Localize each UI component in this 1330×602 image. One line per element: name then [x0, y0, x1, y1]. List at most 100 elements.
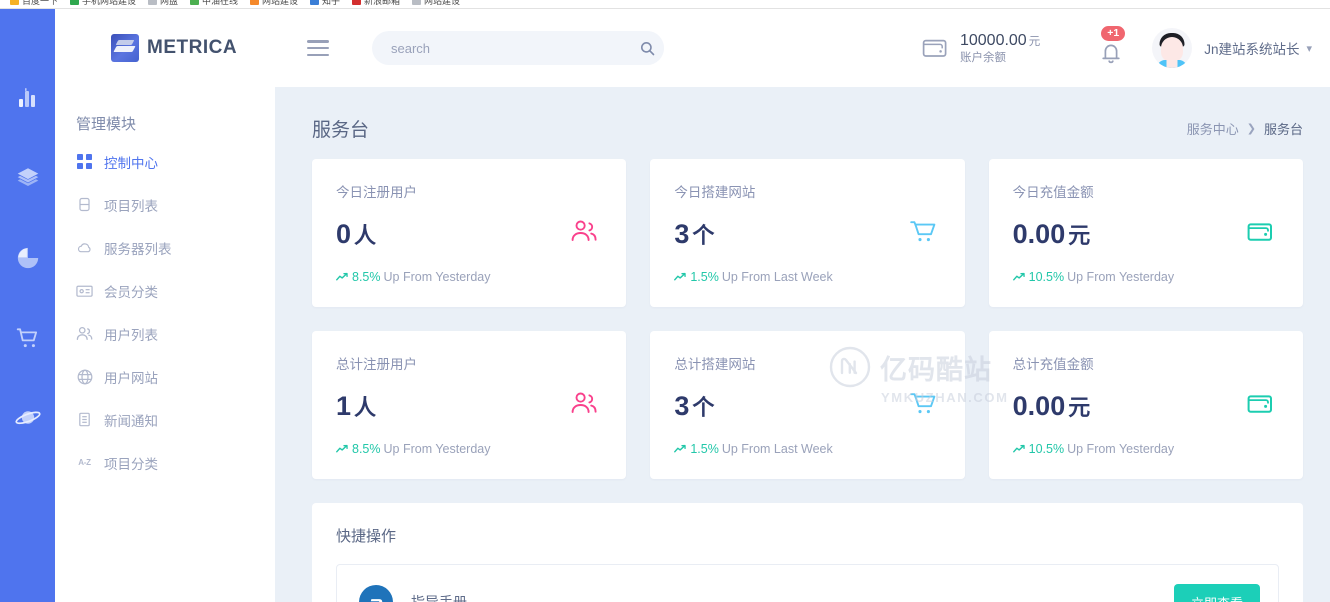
bookmark-favicon — [250, 0, 259, 5]
trend-up-icon — [1012, 272, 1026, 282]
sidebar-item-label: 服务器列表 — [104, 241, 172, 257]
bookmark-label: 新浪邮箱 — [364, 0, 401, 6]
bookmark-favicon — [70, 0, 79, 5]
hamburger-icon[interactable] — [307, 40, 329, 56]
user-name[interactable]: Jn建站系统站长 — [1204, 38, 1299, 58]
chevron-down-icon[interactable]: ▾ — [1306, 42, 1312, 55]
rail-item-planet[interactable] — [11, 401, 45, 435]
pie-chart-icon — [17, 247, 38, 269]
bookmark-item[interactable]: 网站建设 — [412, 0, 460, 7]
bookmark-item[interactable]: 手机网站建设 — [70, 0, 136, 7]
rail-item-shopping-cart[interactable] — [11, 321, 45, 355]
planet-icon — [14, 411, 41, 425]
grid-icon — [76, 153, 93, 170]
bookmark-item[interactable]: 中油在线 — [190, 0, 238, 7]
users-icon — [570, 219, 598, 248]
stat-note: Up From Yesterday — [1067, 442, 1175, 456]
bookmark-item[interactable]: 网站建设 — [250, 0, 298, 7]
app-shell: METRICA 管理模块 控制中心 项目列表 服务器列表 会员分类 用户列表 用… — [0, 9, 1330, 602]
bookmark-item[interactable]: 百度一下 — [10, 0, 58, 7]
dash-logo-icon — [359, 585, 393, 602]
bookmark-label: 手机网站建设 — [82, 0, 137, 6]
sidebar-item-news-notice[interactable]: 新闻通知 — [55, 398, 275, 441]
rail-item-bar-chart[interactable] — [11, 81, 45, 115]
stat-footnote: 1.5% Up From Last Week — [674, 442, 833, 456]
brand-name: METRICA — [147, 37, 238, 58]
topbar-right: 10000.00 元 账户余额 +1 Jn建站系统站长 ▾ — [922, 26, 1312, 68]
stat-number: 0 — [336, 219, 352, 249]
icon-rail — [0, 9, 55, 602]
rail-item-pie-chart[interactable] — [11, 241, 45, 275]
stat-value: 3个 — [674, 390, 940, 422]
sidebar-item-label: 项目列表 — [104, 198, 158, 214]
stat-percent: 1.5% — [690, 442, 719, 456]
bookmark-label: 网站建设 — [424, 0, 461, 6]
sidebar-item-user-websites[interactable]: 用户网站 — [55, 355, 275, 398]
stat-card-grid: 今日注册用户 0人 8.5% Up From Yesterday 今日搭建网站 … — [275, 142, 1330, 479]
stat-percent: 10.5% — [1028, 270, 1065, 284]
stat-footnote: 1.5% Up From Last Week — [674, 270, 833, 284]
sidebar-item-label: 用户列表 — [104, 327, 158, 343]
sidebar-item-member-category[interactable]: 会员分类 — [55, 269, 275, 312]
stat-footnote: 10.5% Up From Yesterday — [1012, 270, 1175, 284]
stat-card-today-built-websites: 今日搭建网站 3个 1.5% Up From Last Week — [650, 159, 965, 307]
bookmark-item[interactable]: 新浪邮箱 — [352, 0, 400, 7]
stat-footnote: 8.5% Up From Yesterday — [336, 270, 491, 284]
layers-icon — [17, 168, 38, 187]
stat-value: 1人 — [336, 390, 602, 422]
search-box[interactable] — [372, 31, 664, 65]
sidebar-item-user-list[interactable]: 用户列表 — [55, 312, 275, 355]
sidebar-item-project-list[interactable]: 项目列表 — [55, 183, 275, 226]
bookmark-favicon — [10, 0, 19, 5]
stat-number: 0.00 — [1012, 219, 1066, 249]
wallet-icon — [1247, 391, 1275, 421]
bookmark-label: 网站建设 — [262, 0, 299, 6]
bookmark-item[interactable]: 网盘 — [148, 0, 178, 7]
trend-up-icon — [1012, 444, 1026, 454]
stat-value: 0人 — [336, 218, 602, 250]
stat-footnote: 8.5% Up From Yesterday — [336, 442, 491, 456]
stat-note: Up From Yesterday — [1067, 270, 1175, 284]
sidebar-item-label: 会员分类 — [104, 284, 158, 300]
stat-title: 今日注册用户 — [336, 185, 417, 200]
stat-card-total-built-websites: 总计搭建网站 3个 1.5% Up From Last Week — [650, 331, 965, 479]
rail-item-layers[interactable] — [11, 161, 45, 195]
stat-number: 1 — [336, 391, 352, 421]
brand-logo[interactable]: METRICA — [55, 9, 275, 87]
cart-icon — [909, 391, 937, 422]
search-button[interactable] — [630, 31, 664, 65]
bookmark-label: 知乎 — [322, 0, 341, 6]
view-now-button[interactable]: 立即查看 — [1173, 583, 1260, 602]
sidebar-item-project-category[interactable]: A-Z 项目分类 — [55, 441, 275, 484]
bookmark-favicon — [148, 0, 157, 5]
quick-action-label: 指导手册 — [411, 594, 467, 602]
page-header: 服务台 服务中心 ❯ 服务台 — [275, 87, 1330, 142]
bookmark-item[interactable]: 知乎 — [310, 0, 340, 7]
document-icon — [76, 411, 93, 428]
search-input[interactable] — [372, 31, 612, 65]
metrica-logo-icon — [111, 34, 139, 62]
stat-value: 0.00 元 — [1013, 390, 1279, 422]
stat-footnote: 10.5% Up From Yesterday — [1012, 442, 1175, 456]
sidebar-item-label: 控制中心 — [104, 155, 158, 171]
avatar-neck — [1166, 60, 1178, 68]
cloud-icon — [76, 239, 93, 256]
quick-actions-panel: 快捷操作 指导手册 立即查看 — [312, 503, 1303, 602]
balance-label: 账户余额 — [959, 51, 1006, 64]
avatar[interactable] — [1152, 28, 1193, 68]
notifications-button[interactable]: +1 — [1096, 26, 1126, 65]
id-card-icon — [76, 282, 93, 299]
sidebar-item-control-center[interactable]: 控制中心 — [55, 140, 275, 183]
quick-actions-title: 快捷操作 — [336, 528, 397, 545]
sidebar-item-server-list[interactable]: 服务器列表 — [55, 226, 275, 269]
stat-card-total-recharge-amount: 总计充值金额 0.00 元 10.5% Up From Yesterday — [988, 331, 1303, 479]
stat-value: 0.00 元 — [1013, 218, 1279, 250]
wallet-icon — [1247, 219, 1275, 249]
stat-note: Up From Yesterday — [383, 270, 491, 284]
stat-note: Up From Last Week — [721, 270, 833, 284]
topbar: 10000.00元 账户余额 +1 Jn建站系统站长 — [275, 9, 1330, 87]
sidebar-item-label: 用户网站 — [104, 370, 158, 386]
breadcrumb-item-service-center[interactable]: 服务中心 — [1187, 119, 1239, 138]
bell-icon — [1102, 44, 1120, 64]
account-balance[interactable]: 10000.00 元 账户余额 — [922, 31, 1040, 65]
